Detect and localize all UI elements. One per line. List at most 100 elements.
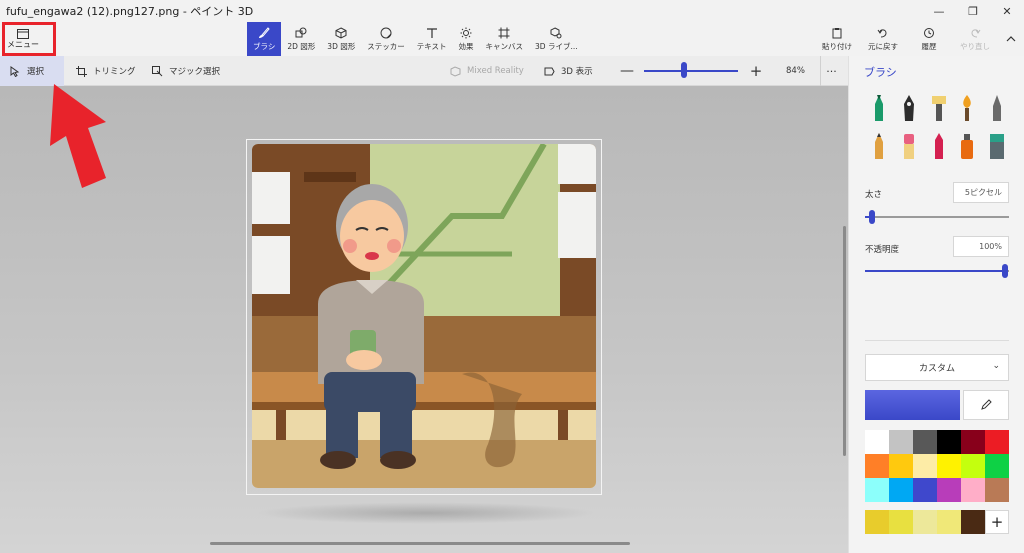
opacity-input[interactable]: 100% [953, 236, 1009, 257]
tab-text[interactable]: テキスト [411, 22, 453, 56]
watercolor-brush-icon[interactable] [957, 94, 977, 122]
crop-label: トリミング [93, 67, 136, 77]
color-swatch[interactable] [985, 454, 1009, 478]
current-color-swatch[interactable] [865, 390, 960, 420]
color-swatch[interactable] [937, 430, 961, 454]
opacity-label: 不透明度 [865, 245, 900, 255]
calligraphy-pen-icon[interactable] [899, 94, 919, 122]
magic-select-button[interactable]: マジック選択 [142, 56, 230, 86]
undo-icon [877, 28, 887, 37]
collapse-toolbar-button[interactable] [998, 22, 1024, 56]
3d-shapes-icon [335, 26, 347, 39]
magic-select-icon [152, 65, 163, 76]
tab-3d-library[interactable]: 3D ライブ... [529, 22, 584, 56]
history-button[interactable]: 履歴 [906, 22, 952, 56]
add-color-button[interactable]: + [985, 510, 1009, 534]
fill-bucket-icon[interactable] [987, 132, 1007, 160]
custom-color-swatch[interactable] [937, 510, 961, 534]
vertical-scrollbar[interactable] [843, 226, 846, 456]
color-swatch[interactable] [865, 454, 889, 478]
spray-can-icon[interactable] [957, 132, 977, 160]
panel-divider [865, 340, 1009, 341]
zoom-out-button[interactable]: — [620, 56, 634, 86]
minimize-button[interactable]: — [922, 0, 956, 22]
undo-label: 元に戻す [868, 41, 898, 51]
thickness-slider-track[interactable] [865, 216, 1009, 218]
thickness-label: 太さ [865, 190, 883, 200]
text-icon [426, 27, 437, 38]
color-swatch[interactable] [985, 430, 1009, 454]
tab-label: ステッカー [367, 41, 405, 51]
custom-color-swatch[interactable] [889, 510, 913, 534]
tab-2d-shapes[interactable]: 2D 図形 [281, 22, 321, 56]
redo-icon [971, 28, 981, 37]
color-swatch[interactable] [913, 454, 937, 478]
maximize-button[interactable]: ❐ [956, 0, 990, 22]
oil-brush-icon[interactable] [929, 94, 949, 122]
opacity-slider-thumb[interactable] [1002, 264, 1008, 278]
3d-view-icon [544, 67, 555, 75]
custom-color-swatch[interactable] [913, 510, 937, 534]
paste-icon [832, 27, 842, 38]
tab-label: ブラシ [253, 41, 276, 51]
horizontal-scrollbar[interactable] [210, 542, 630, 545]
color-swatch[interactable] [889, 430, 913, 454]
thickness-slider-thumb[interactable] [869, 210, 875, 224]
tab-label: 効果 [458, 41, 474, 51]
close-button[interactable]: ✕ [990, 0, 1024, 22]
color-swatch[interactable] [961, 454, 985, 478]
zoom-slider-track[interactable] [644, 70, 738, 72]
crop-icon [76, 65, 87, 77]
undo-button[interactable]: 元に戻す [860, 22, 906, 56]
tab-3d-shapes[interactable]: 3D 図形 [321, 22, 361, 56]
color-swatch[interactable] [913, 478, 937, 502]
eyedropper-button[interactable] [963, 390, 1009, 420]
color-swatch[interactable] [937, 478, 961, 502]
redo-button[interactable]: やり直し [952, 22, 998, 56]
more-options-button[interactable]: ··· [820, 56, 842, 86]
view-3d-button[interactable]: 3D 表示 [534, 56, 603, 86]
pencil-icon[interactable] [869, 132, 889, 160]
paste-button[interactable]: 貼り付け [814, 22, 860, 56]
tab-label: 2D 図形 [287, 41, 316, 51]
cursor-icon [10, 65, 20, 77]
eraser-icon[interactable] [899, 132, 919, 160]
red-arrow-icon [50, 84, 106, 188]
mixed-reality-button[interactable]: Mixed Reality [440, 56, 534, 86]
tab-effects[interactable]: 効果 [453, 22, 480, 56]
color-swatch[interactable] [961, 478, 985, 502]
tab-label: 3D ライブ... [535, 41, 578, 51]
zoom-value: 84% [786, 66, 805, 76]
tab-stickers[interactable]: ステッカー [361, 22, 411, 56]
paste-label: 貼り付け [822, 41, 852, 51]
chevron-down-icon: ⌄ [992, 361, 1000, 371]
sticker-icon [380, 27, 392, 38]
pixel-pen-icon[interactable] [987, 94, 1007, 122]
zoom-in-button[interactable]: + [748, 56, 764, 86]
2d-shapes-icon [295, 27, 307, 37]
color-swatch[interactable] [865, 430, 889, 454]
color-swatch[interactable] [985, 478, 1009, 502]
color-swatch[interactable] [913, 430, 937, 454]
color-swatch[interactable] [889, 478, 913, 502]
menu-highlight-box [2, 22, 56, 56]
tab-brushes[interactable]: ブラシ [247, 22, 282, 56]
palette-dropdown[interactable]: カスタム ⌄ [865, 354, 1009, 381]
crayon-icon[interactable] [929, 132, 949, 160]
custom-color-swatch[interactable] [961, 510, 985, 534]
color-swatch[interactable] [937, 454, 961, 478]
color-swatch[interactable] [961, 430, 985, 454]
custom-color-swatch[interactable] [865, 510, 889, 534]
title-bar: fufu_engawa2 (12).png127.png - ペイント 3D —… [0, 0, 1024, 22]
zoom-slider-thumb[interactable] [681, 62, 687, 78]
color-swatch[interactable] [865, 478, 889, 502]
panel-title: ブラシ [864, 66, 897, 79]
effects-icon [460, 27, 472, 38]
3d-library-icon [550, 26, 562, 38]
selection-toolbar: 選択 トリミング マジック選択 Mixed Reality 3D 表示 — + … [0, 56, 848, 86]
marker-brush-icon[interactable] [869, 94, 889, 122]
color-swatch[interactable] [889, 454, 913, 478]
tab-canvas[interactable]: キャンバス [480, 22, 530, 56]
thickness-input[interactable]: 5ピクセル [953, 182, 1009, 203]
canvas-image[interactable] [252, 144, 596, 488]
